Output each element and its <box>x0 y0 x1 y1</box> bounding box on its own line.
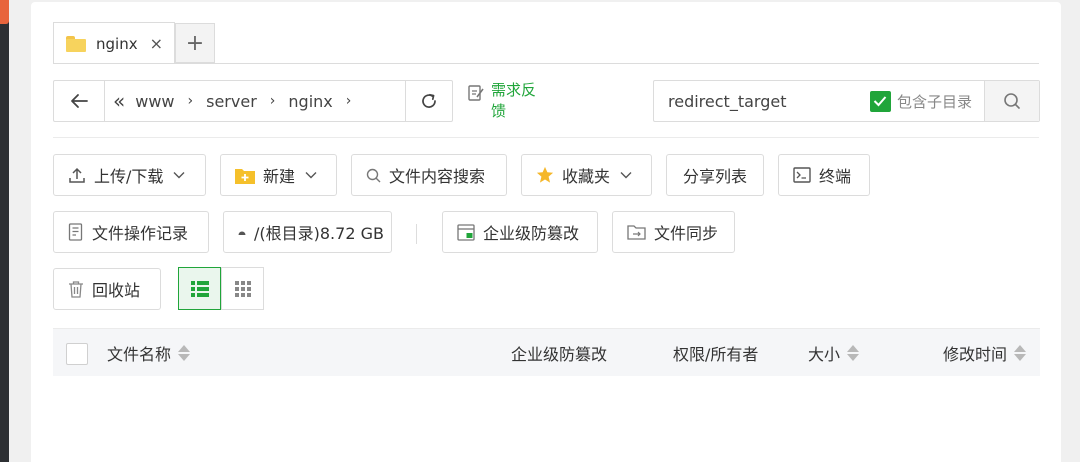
checkbox-checked-icon[interactable] <box>869 90 891 112</box>
breadcrumb: « www › server › nginx › <box>105 81 405 121</box>
column-tamper-label: 企业级防篡改 <box>511 345 608 364</box>
list-view-icon <box>190 280 209 297</box>
disk-icon <box>238 228 246 236</box>
column-size[interactable]: 大小 <box>808 329 860 377</box>
refresh-button[interactable] <box>405 81 452 121</box>
column-permission-owner: 权限/所有者 <box>673 329 758 377</box>
new-folder-icon <box>235 167 255 184</box>
chevron-down-icon <box>305 171 317 179</box>
upload-download-label: 上传/下载 <box>94 167 164 186</box>
grid-view-button[interactable] <box>221 267 264 310</box>
recycle-bin-label: 回收站 <box>92 281 141 300</box>
column-name-label: 文件名称 <box>107 345 172 364</box>
chevron-right-icon: › <box>269 93 276 109</box>
search-icon <box>366 168 381 183</box>
content-search-label: 文件内容搜索 <box>389 167 486 186</box>
upload-icon <box>68 166 86 184</box>
star-icon <box>536 166 554 184</box>
collapse-path-icon[interactable]: « <box>113 89 125 113</box>
column-modified-time[interactable]: 修改时间 <box>943 329 1027 377</box>
column-tamper: 企业级防篡改 <box>511 329 607 377</box>
sort-icon[interactable] <box>1014 345 1027 361</box>
favorites-label: 收藏夹 <box>562 167 611 186</box>
terminal-label: 终端 <box>819 167 852 186</box>
search-input[interactable]: redirect_target <box>654 81 870 121</box>
terminal-icon <box>793 167 811 183</box>
file-manager-panel: nginx × + « www › server › nginx › 需求反馈 … <box>31 2 1061 462</box>
new-button[interactable]: 新建 <box>220 154 337 196</box>
breadcrumb-server[interactable]: server <box>206 92 257 111</box>
folder-icon <box>66 35 86 52</box>
add-tab-button[interactable]: + <box>175 23 215 63</box>
breadcrumb-www[interactable]: www <box>135 92 174 111</box>
tamper-proof-label: 企业级防篡改 <box>483 224 580 243</box>
folder-sync-icon <box>627 224 646 240</box>
close-icon[interactable]: × <box>150 34 163 53</box>
list-view-button[interactable] <box>178 267 221 310</box>
share-list-button[interactable]: 分享列表 <box>666 154 764 196</box>
content-search-button[interactable]: 文件内容搜索 <box>351 154 507 196</box>
document-log-icon <box>68 223 84 241</box>
chevron-down-icon <box>620 171 632 179</box>
include-subdir-toggle[interactable]: 包含子目录 <box>869 81 972 121</box>
upload-download-button[interactable]: 上传/下载 <box>53 154 206 196</box>
window-lock-icon <box>457 223 475 241</box>
operation-log-button[interactable]: 文件操作记录 <box>53 211 209 253</box>
operation-log-label: 文件操作记录 <box>92 224 189 243</box>
chevron-down-icon <box>173 171 185 179</box>
refresh-icon <box>422 93 436 108</box>
tab-label: nginx <box>96 34 138 53</box>
tab-divider <box>53 63 1039 64</box>
breadcrumb-nginx[interactable]: nginx <box>288 92 332 111</box>
file-search: redirect_target 包含子目录 <box>653 80 1040 122</box>
app-accent-marker <box>0 0 9 24</box>
column-permission-owner-label: 权限/所有者 <box>673 345 759 364</box>
new-label: 新建 <box>263 167 296 186</box>
tamper-proof-button[interactable]: 企业级防篡改 <box>442 211 598 253</box>
favorites-button[interactable]: 收藏夹 <box>521 154 652 196</box>
toolbar-divider <box>416 224 417 244</box>
edit-note-icon <box>468 85 484 101</box>
feedback-link[interactable]: 需求反馈 <box>467 80 543 122</box>
file-sync-label: 文件同步 <box>654 224 719 243</box>
search-icon <box>1004 93 1020 109</box>
recycle-bin-button[interactable]: 回收站 <box>53 268 161 310</box>
trash-icon <box>68 280 84 298</box>
disk-usage-button[interactable]: /(根目录)8.72 GB <box>223 211 392 253</box>
terminal-button[interactable]: 终端 <box>778 154 870 196</box>
grid-view-icon <box>234 280 251 297</box>
sort-icon[interactable] <box>847 345 860 361</box>
column-name[interactable]: 文件名称 <box>107 329 191 377</box>
file-sync-button[interactable]: 文件同步 <box>612 211 735 253</box>
column-size-label: 大小 <box>808 345 841 364</box>
sort-icon[interactable] <box>178 345 191 361</box>
header-divider <box>53 137 1039 138</box>
share-list-label: 分享列表 <box>682 167 747 186</box>
tab-nginx[interactable]: nginx × <box>53 22 175 64</box>
disk-usage-label: /(根目录)8.72 GB <box>254 224 384 243</box>
chevron-right-icon: › <box>187 93 194 109</box>
path-bar: « www › server › nginx › <box>53 80 453 122</box>
include-subdir-label: 包含子目录 <box>896 92 972 111</box>
search-button[interactable] <box>984 81 1039 121</box>
file-table-header: 文件名称 企业级防篡改 权限/所有者 大小 修改时间 <box>53 328 1040 376</box>
window-edge <box>0 0 9 462</box>
column-modified-time-label: 修改时间 <box>943 345 1008 364</box>
back-button[interactable] <box>54 81 105 121</box>
select-all-checkbox[interactable] <box>66 343 88 365</box>
arrow-left-icon <box>71 94 88 108</box>
chevron-right-icon[interactable]: › <box>346 93 352 109</box>
feedback-label: 需求反馈 <box>491 81 537 120</box>
